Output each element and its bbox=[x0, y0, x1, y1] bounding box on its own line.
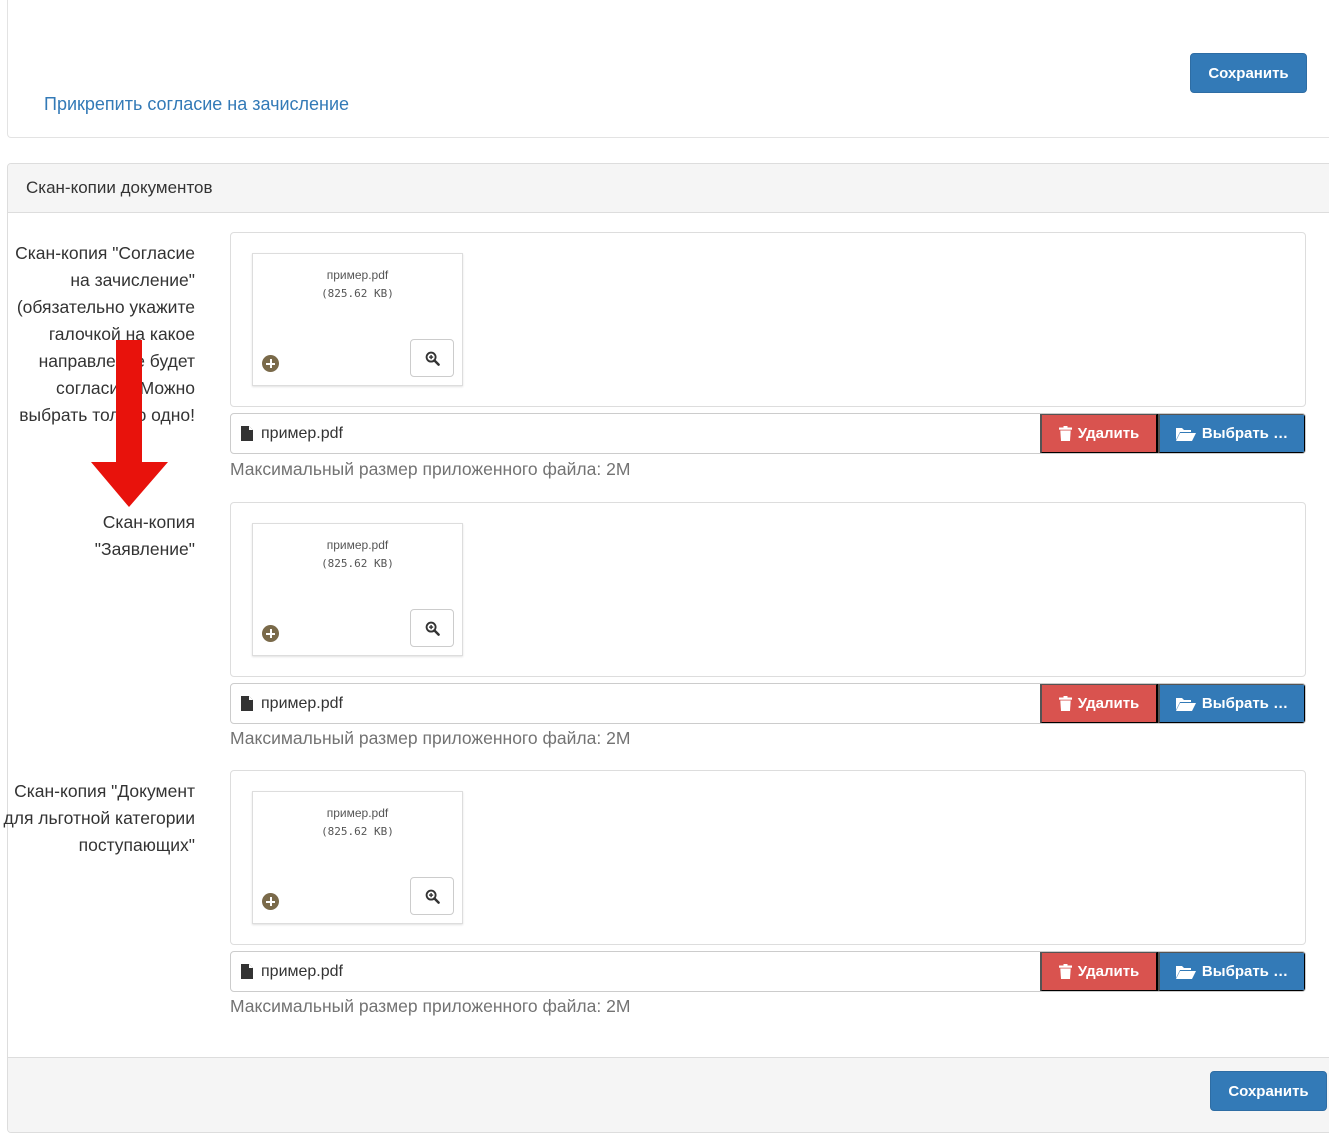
delete-button[interactable]: Удалить bbox=[1040, 684, 1158, 723]
attach-consent-link[interactable]: Прикрепить согласие на зачисление bbox=[44, 94, 349, 115]
browse-label: Выбрать … bbox=[1201, 695, 1289, 712]
file-thumbnail: пример.pdf (825.62 KB) bbox=[252, 791, 463, 924]
plus-circle-icon bbox=[262, 355, 279, 372]
zoom-in-icon bbox=[425, 351, 440, 366]
save-button-top[interactable]: Сохранить bbox=[1190, 53, 1307, 93]
browse-button[interactable]: Выбрать … bbox=[1158, 952, 1305, 991]
max-size-hint: Максимальный размер приложенного файла: … bbox=[230, 996, 631, 1016]
plus-circle-icon bbox=[262, 893, 279, 910]
zoom-button[interactable] bbox=[410, 339, 454, 377]
browse-label: Выбрать … bbox=[1201, 425, 1289, 442]
row-label-benefit-document: Скан-копия "Документ для льготной катего… bbox=[3, 781, 195, 855]
browse-label: Выбрать … bbox=[1201, 963, 1289, 980]
delete-label: Удалить bbox=[1077, 963, 1140, 980]
trash-icon bbox=[1058, 696, 1072, 711]
file-caption: пример.pdf bbox=[241, 952, 343, 991]
file-input-consent[interactable]: пример.pdf Удалить Выбрать … bbox=[230, 413, 1306, 454]
file-caption: пример.pdf bbox=[241, 684, 343, 723]
delete-button[interactable]: Удалить bbox=[1040, 952, 1158, 991]
thumbnail-filesize: (825.62 KB) bbox=[321, 825, 394, 838]
down-arrow-icon bbox=[91, 340, 168, 507]
browse-button[interactable]: Выбрать … bbox=[1158, 414, 1305, 453]
file-icon bbox=[241, 426, 253, 441]
file-thumbnail: пример.pdf (825.62 KB) bbox=[252, 523, 463, 656]
file-caption-name: пример.pdf bbox=[261, 962, 343, 980]
zoom-in-icon bbox=[425, 621, 440, 636]
trash-icon bbox=[1058, 964, 1072, 979]
file-caption: пример.pdf bbox=[241, 414, 343, 453]
file-icon bbox=[241, 696, 253, 711]
thumbnail-filename: пример.pdf bbox=[326, 806, 389, 820]
browse-button[interactable]: Выбрать … bbox=[1158, 684, 1305, 723]
panel-footer: Сохранить bbox=[8, 1057, 1329, 1132]
delete-label: Удалить bbox=[1077, 695, 1140, 712]
delete-label: Удалить bbox=[1077, 425, 1140, 442]
zoom-button[interactable] bbox=[410, 609, 454, 647]
enrollment-panel bbox=[7, 0, 1329, 138]
zoom-in-icon bbox=[425, 889, 440, 904]
folder-open-icon bbox=[1175, 427, 1196, 441]
plus-circle-icon bbox=[262, 625, 279, 642]
file-caption-name: пример.pdf bbox=[261, 424, 343, 442]
file-icon bbox=[241, 964, 253, 979]
file-caption-name: пример.pdf bbox=[261, 694, 343, 712]
folder-open-icon bbox=[1175, 697, 1196, 711]
delete-button[interactable]: Удалить bbox=[1040, 414, 1158, 453]
thumbnail-filename: пример.pdf bbox=[326, 538, 389, 552]
file-preview-benefit-document: пример.pdf (825.62 KB) bbox=[230, 770, 1306, 945]
max-size-hint: Максимальный размер приложенного файла: … bbox=[230, 459, 631, 479]
thumbnail-filesize: (825.62 KB) bbox=[321, 557, 394, 570]
row-label-application: Скан-копия "Заявление" bbox=[94, 512, 195, 559]
thumbnail-filesize: (825.62 KB) bbox=[321, 287, 394, 300]
file-input-application[interactable]: пример.pdf Удалить Выбрать … bbox=[230, 683, 1306, 724]
file-preview-consent: пример.pdf (825.62 KB) bbox=[230, 232, 1306, 407]
file-preview-application: пример.pdf (825.62 KB) bbox=[230, 502, 1306, 677]
max-size-hint: Максимальный размер приложенного файла: … bbox=[230, 728, 631, 748]
trash-icon bbox=[1058, 426, 1072, 441]
save-button-bottom[interactable]: Сохранить bbox=[1210, 1071, 1327, 1111]
panel-title: Скан-копии документов bbox=[26, 178, 213, 197]
thumbnail-filename: пример.pdf bbox=[326, 268, 389, 282]
file-thumbnail: пример.pdf (825.62 KB) bbox=[252, 253, 463, 386]
panel-heading: Скан-копии документов bbox=[8, 164, 1329, 213]
folder-open-icon bbox=[1175, 965, 1196, 979]
zoom-button[interactable] bbox=[410, 877, 454, 915]
file-input-benefit-document[interactable]: пример.pdf Удалить Выбрать … bbox=[230, 951, 1306, 992]
